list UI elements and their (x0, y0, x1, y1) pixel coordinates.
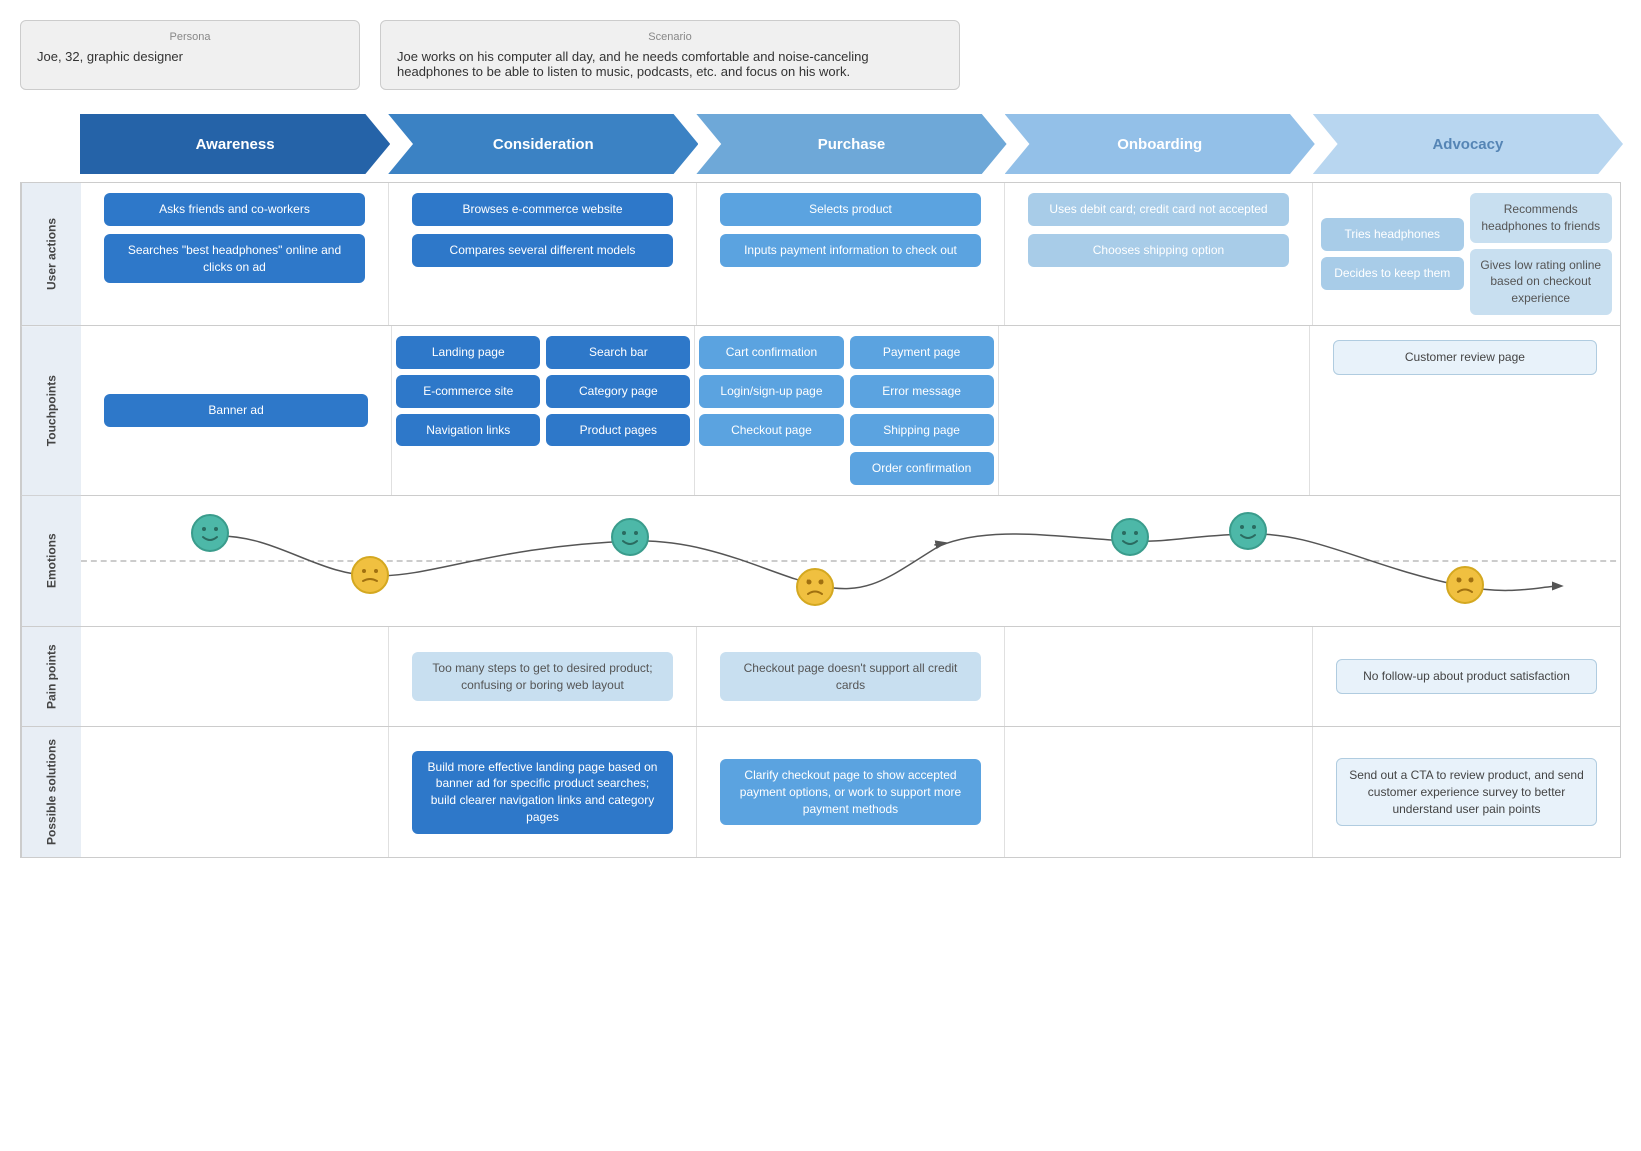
pp-purchase-card: Checkout page doesn't support all credit… (720, 652, 982, 702)
touchpoints-label: Touchpoints (21, 326, 81, 495)
emotion-consideration (351, 556, 389, 594)
ua-awareness-card2: Searches "best headphones" online and cl… (104, 234, 366, 284)
tp-awareness-col: Banner ad (81, 326, 392, 495)
sol-onboarding-col (1005, 727, 1313, 857)
stage-awareness: Awareness (80, 114, 390, 174)
pp-onboarding-col (1005, 627, 1313, 726)
tp-consideration-card4: Search bar (546, 336, 690, 369)
pain-points-content: Too many steps to get to desired product… (81, 627, 1620, 726)
sol-consideration-card: Build more effective landing page based … (412, 751, 674, 834)
ua-consideration-col: Browses e-commerce website Compares seve… (389, 183, 697, 325)
user-actions-content: Asks friends and co-workers Searches "be… (81, 183, 1620, 325)
persona-content: Joe, 32, graphic designer (37, 49, 343, 64)
pp-advocacy-col: No follow-up about product satisfaction (1313, 627, 1620, 726)
emotions-row: Emotions (21, 496, 1620, 627)
ua-onboarding-card1: Uses debit card; credit card not accepte… (1028, 193, 1290, 226)
page-wrapper: Persona Joe, 32, graphic designer Scenar… (0, 0, 1641, 878)
emotion-awareness (191, 514, 229, 552)
tp-purchase-card4: Payment page (850, 336, 994, 369)
user-actions-row: User actions Asks friends and co-workers… (21, 183, 1620, 326)
solutions-row: Possible solutions Build more effective … (21, 727, 1620, 857)
emotion-onboarding (1111, 518, 1149, 556)
pain-points-row: Pain points Too many steps to get to des… (21, 627, 1620, 727)
tp-consideration-card6: Product pages (546, 414, 690, 447)
pp-awareness-col (81, 627, 389, 726)
tp-advocacy-card1: Customer review page (1333, 340, 1598, 375)
ua-purchase-col: Selects product Inputs payment informati… (697, 183, 1005, 325)
emotion-purchase-start (611, 518, 649, 556)
tp-advocacy-col: Customer review page (1310, 326, 1620, 495)
ua-purchase-card1: Selects product (720, 193, 982, 226)
pp-consideration-card: Too many steps to get to desired product… (412, 652, 674, 702)
tp-consideration-card1: Landing page (396, 336, 540, 369)
tp-purchase-card2: Login/sign-up page (699, 375, 843, 408)
stage-onboarding: Onboarding (1005, 114, 1315, 174)
emotions-chart (81, 496, 1620, 626)
tp-purchase-col: Cart confirmation Login/sign-up page Che… (695, 326, 998, 495)
stage-advocacy: Advocacy (1313, 114, 1623, 174)
pp-advocacy-card: No follow-up about product satisfaction (1336, 659, 1598, 694)
pain-points-label: Pain points (21, 627, 81, 726)
header-row: Persona Joe, 32, graphic designer Scenar… (20, 20, 1621, 90)
tp-consideration-card5: Category page (546, 375, 690, 408)
ua-advocacy-card1: Tries headphones (1321, 218, 1464, 251)
tp-purchase-card6: Shipping page (850, 414, 994, 447)
scenario-content: Joe works on his computer all day, and h… (397, 49, 943, 79)
tp-purchase-card3: Checkout page (699, 414, 843, 447)
solutions-content: Build more effective landing page based … (81, 727, 1620, 857)
ua-consideration-card2: Compares several different models (412, 234, 674, 267)
ua-onboarding-col: Uses debit card; credit card not accepte… (1005, 183, 1313, 325)
main-grid: User actions Asks friends and co-workers… (20, 182, 1621, 858)
tp-consideration-card3: Navigation links (396, 414, 540, 447)
emotion-purchase-end (796, 568, 834, 606)
sol-purchase-card: Clarify checkout page to show accepted p… (720, 759, 982, 825)
persona-box: Persona Joe, 32, graphic designer (20, 20, 360, 90)
ua-onboarding-card2: Chooses shipping option (1028, 234, 1290, 267)
scenario-label: Scenario (397, 31, 943, 43)
ua-advocacy-card2: Decides to keep them (1321, 257, 1464, 290)
ua-advocacy-col: Tries headphones Decides to keep them Re… (1313, 183, 1620, 325)
tp-onboarding-col (999, 326, 1310, 495)
tp-purchase-card5: Error message (850, 375, 994, 408)
user-actions-label: User actions (21, 183, 81, 325)
sol-advocacy-col: Send out a CTA to review product, and se… (1313, 727, 1620, 857)
persona-label: Persona (37, 31, 343, 43)
emotions-content (81, 496, 1620, 626)
pp-consideration-col: Too many steps to get to desired product… (389, 627, 697, 726)
sol-purchase-col: Clarify checkout page to show accepted p… (697, 727, 1005, 857)
tp-consideration-card2: E-commerce site (396, 375, 540, 408)
ua-advocacy-card4: Gives low rating online based on checkou… (1470, 249, 1613, 315)
ua-advocacy-card3: Recommends headphones to friends (1470, 193, 1613, 243)
tp-awareness-card1: Banner ad (104, 394, 369, 427)
tp-purchase-card7: Order confirmation (850, 452, 994, 485)
tp-consideration-col: Landing page E-commerce site Navigation … (392, 326, 695, 495)
pp-purchase-col: Checkout page doesn't support all credit… (697, 627, 1005, 726)
emotion-advocacy-happy (1229, 512, 1267, 550)
sol-advocacy-card: Send out a CTA to review product, and se… (1336, 758, 1598, 826)
touchpoints-row: Touchpoints Banner ad Landing page E-com… (21, 326, 1620, 496)
stages-row: Awareness Consideration Purchase Onboard… (80, 114, 1621, 174)
tp-purchase-card1: Cart confirmation (699, 336, 843, 369)
ua-purchase-card2: Inputs payment information to check out (720, 234, 982, 267)
solutions-label: Possible solutions (21, 727, 81, 857)
sol-awareness-col (81, 727, 389, 857)
ua-consideration-card1: Browses e-commerce website (412, 193, 674, 226)
emotion-advocacy-sad (1446, 566, 1484, 604)
stage-purchase: Purchase (696, 114, 1006, 174)
ua-awareness-card1: Asks friends and co-workers (104, 193, 366, 226)
stage-consideration: Consideration (388, 114, 698, 174)
ua-awareness-col: Asks friends and co-workers Searches "be… (81, 183, 389, 325)
sol-consideration-col: Build more effective landing page based … (389, 727, 697, 857)
emotions-label: Emotions (21, 496, 81, 626)
scenario-box: Scenario Joe works on his computer all d… (380, 20, 960, 90)
touchpoints-content: Banner ad Landing page E-commerce site N… (81, 326, 1620, 495)
